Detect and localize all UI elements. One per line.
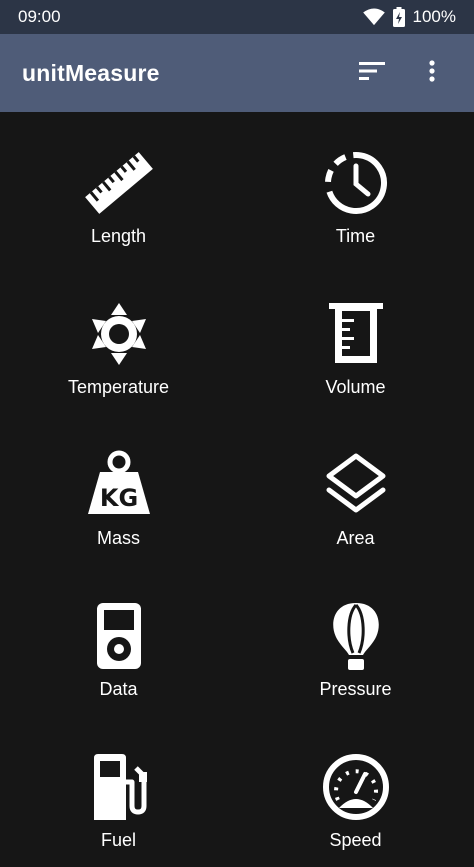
sort-button[interactable] [352,53,392,93]
category-speed[interactable]: Speed [237,716,474,867]
clock-icon [321,148,391,218]
wifi-icon [362,8,385,26]
status-bar: 09:00 100% [0,0,474,34]
music-player-icon [84,601,154,671]
category-label: Fuel [100,830,136,850]
category-temperature[interactable]: Temperature [0,263,237,414]
category-label: Speed [329,830,382,850]
category-length[interactable]: Length [0,112,237,263]
category-label: Pressure [319,679,392,699]
category-volume[interactable]: Volume [237,263,474,414]
svg-text:KG: KG [99,484,137,512]
category-label: Area [336,528,375,548]
category-area[interactable]: Area [237,414,474,565]
kg-weight-icon: KG [84,450,154,520]
category-grid: Length Time Temperature Volume KG Mass A… [0,112,474,850]
overflow-menu-button[interactable] [412,53,452,93]
battery-percent: 100% [412,7,456,26]
fuel-pump-icon [84,752,154,822]
status-right: 100% [362,7,456,27]
category-label: Data [99,679,138,699]
category-fuel[interactable]: Fuel [0,716,237,867]
category-label: Temperature [67,377,170,397]
category-label: Length [90,226,147,246]
category-data[interactable]: Data [0,565,237,716]
beaker-icon [321,299,391,369]
category-label: Volume [325,377,386,397]
category-mass[interactable]: KG Mass [0,414,237,565]
app-title: unitMeasure [22,59,160,86]
battery-charging-icon [392,7,405,27]
category-pressure[interactable]: Pressure [237,565,474,716]
category-time[interactable]: Time [237,112,474,263]
sun-icon [84,299,154,369]
category-label: Time [335,226,376,246]
more-vert-icon [429,59,435,87]
status-time: 09:00 [18,7,61,26]
app-bar: unitMeasure [0,34,474,112]
layers-icon [321,450,391,520]
speedometer-icon [321,752,391,822]
sort-icon [359,61,385,85]
ruler-icon [84,148,154,218]
category-label: Mass [96,528,140,548]
hot-air-balloon-icon [321,601,391,671]
